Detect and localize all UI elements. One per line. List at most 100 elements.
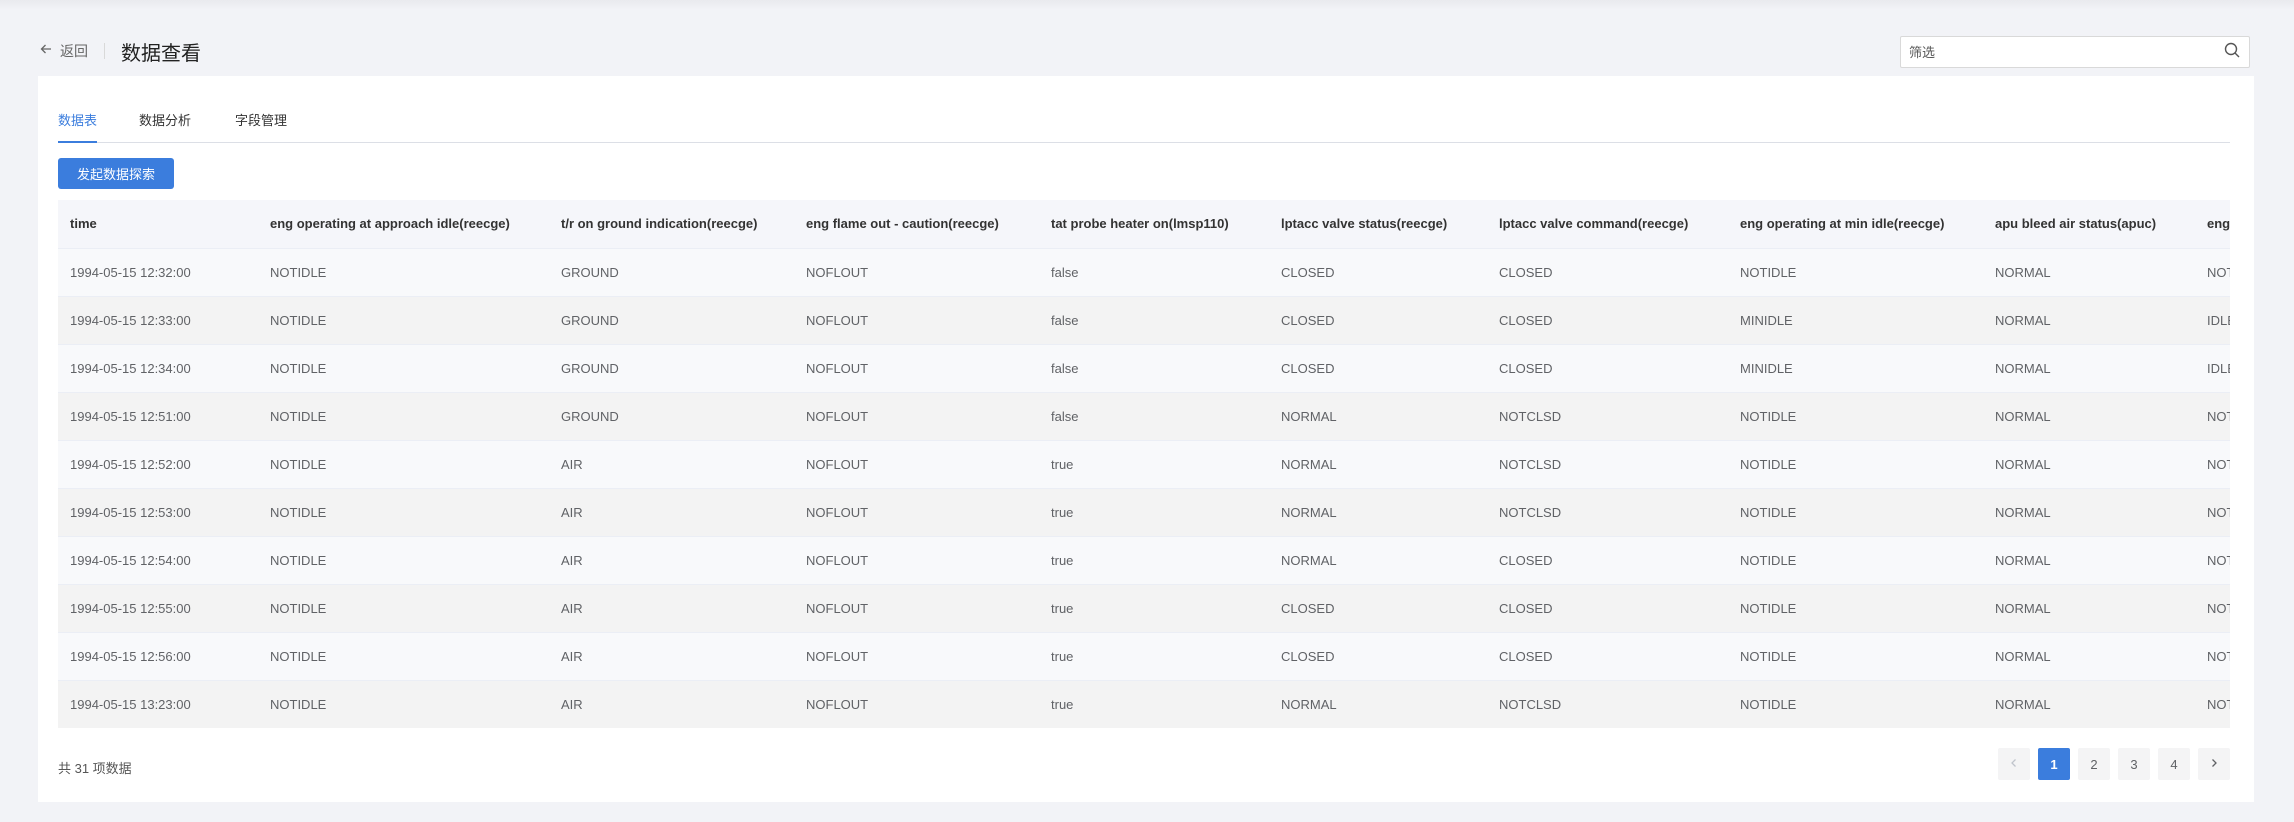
table-cell: NOFLOUT	[794, 679, 1039, 728]
table-cell: CLOSED	[1269, 295, 1487, 344]
table-row[interactable]: 1994-05-15 12:51:00 NOTIDLE GROUND NOFLOUT f…	[58, 391, 2230, 440]
table-cell: NOTIDLE	[1728, 535, 1983, 584]
column-header[interactable]: lptacc valve command(reecge)	[1487, 200, 1728, 248]
page-button-1[interactable]: 1	[2038, 748, 2070, 780]
table-cell: NOTCLSD	[1487, 391, 1728, 440]
table-cell: NORMAL	[1269, 487, 1487, 536]
table-cell: AIR	[549, 583, 794, 632]
table-cell: GROUND	[549, 343, 794, 392]
chevron-left-icon	[2008, 757, 2020, 772]
tab-field-management[interactable]: 字段管理	[235, 110, 287, 143]
column-header[interactable]: eng	[2195, 200, 2230, 248]
table-cell: IDLE	[2195, 295, 2230, 344]
page-button-4[interactable]: 4	[2158, 748, 2190, 780]
table-cell: false	[1039, 247, 1269, 296]
table-cell: NOTIDLE	[1728, 439, 1983, 488]
table-cell: 1994-05-15 12:34:00	[58, 343, 258, 392]
column-header[interactable]: tat probe heater on(lmsp110)	[1039, 200, 1269, 248]
table-row[interactable]: 1994-05-15 12:56:00 NOTIDLE AIR NOFLOUT true…	[58, 631, 2230, 680]
column-header[interactable]: t/r on ground indication(reecge)	[549, 200, 794, 248]
table-cell: NOTIDLE	[1728, 679, 1983, 728]
table-cell: NOT	[2195, 247, 2230, 296]
table-cell: NOTIDLE	[1728, 391, 1983, 440]
table-cell: 1994-05-15 13:23:00	[58, 679, 258, 728]
table-cell: 1994-05-15 12:54:00	[58, 535, 258, 584]
content-card: 数据表 数据分析 字段管理 发起数据探索 time eng operating …	[38, 76, 2254, 802]
table-cell: NOTIDLE	[258, 535, 549, 584]
table-cell: 1994-05-15 12:52:00	[58, 439, 258, 488]
table-cell: NOTIDLE	[258, 487, 549, 536]
table-cell: NORMAL	[1269, 439, 1487, 488]
table-cell: AIR	[549, 679, 794, 728]
column-header[interactable]: time	[58, 200, 258, 248]
table-row[interactable]: 1994-05-15 12:55:00 NOTIDLE AIR NOFLOUT true…	[58, 583, 2230, 632]
table-row[interactable]: 1994-05-15 12:32:00 NOTIDLE GROUND NOFLOUT f…	[58, 247, 2230, 296]
start-exploration-button[interactable]: 发起数据探索	[58, 158, 174, 189]
table-cell: CLOSED	[1487, 247, 1728, 296]
column-header[interactable]: apu bleed air status(apuc)	[1983, 200, 2195, 248]
table-cell: AIR	[549, 439, 794, 488]
column-header[interactable]: eng operating at min idle(reecge)	[1728, 200, 1983, 248]
table-cell: NOTIDLE	[258, 343, 549, 392]
table-cell: NOFLOUT	[794, 391, 1039, 440]
table-cell: NOT	[2195, 679, 2230, 728]
table-cell: true	[1039, 487, 1269, 536]
table-cell: NOTCLSD	[1487, 487, 1728, 536]
back-button[interactable]: 返回	[38, 41, 88, 62]
table-row[interactable]: 1994-05-15 12:54:00 NOTIDLE AIR NOFLOUT true…	[58, 535, 2230, 584]
table-cell: NOFLOUT	[794, 343, 1039, 392]
page-button-3[interactable]: 3	[2118, 748, 2150, 780]
table-row[interactable]: 1994-05-15 12:33:00 NOTIDLE GROUND NOFLOUT f…	[58, 295, 2230, 344]
table-cell: NOT	[2195, 583, 2230, 632]
table-cell: NOFLOUT	[794, 295, 1039, 344]
column-header[interactable]: eng flame out - caution(reecge)	[794, 200, 1039, 248]
table-cell: NORMAL	[1983, 679, 2195, 728]
search-icon[interactable]	[2223, 41, 2241, 64]
table-cell: NOTIDLE	[1728, 487, 1983, 536]
table-cell: 1994-05-15 12:55:00	[58, 583, 258, 632]
table-row[interactable]: 1994-05-15 13:23:00 NOTIDLE AIR NOFLOUT true…	[58, 679, 2230, 728]
table-cell: AIR	[549, 535, 794, 584]
table-cell: NOTIDLE	[258, 679, 549, 728]
table-cell: NORMAL	[1269, 391, 1487, 440]
prev-page-button[interactable]	[1998, 748, 2030, 780]
table-cell: NOTIDLE	[258, 295, 549, 344]
table-cell: NORMAL	[1983, 487, 2195, 536]
table-cell: MINIDLE	[1728, 343, 1983, 392]
table-cell: MINIDLE	[1728, 295, 1983, 344]
page-button-2[interactable]: 2	[2078, 748, 2110, 780]
table-cell: CLOSED	[1269, 343, 1487, 392]
table-row[interactable]: 1994-05-15 12:34:00 NOTIDLE GROUND NOFLOUT f…	[58, 343, 2230, 392]
filter-input[interactable]	[1909, 44, 2223, 60]
table-cell: GROUND	[549, 247, 794, 296]
table-cell: false	[1039, 295, 1269, 344]
chevron-right-icon	[2208, 757, 2220, 772]
table-cell: true	[1039, 679, 1269, 728]
tab-data-analysis[interactable]: 数据分析	[139, 110, 191, 143]
table-row[interactable]: 1994-05-15 12:53:00 NOTIDLE AIR NOFLOUT true…	[58, 487, 2230, 536]
table-cell: CLOSED	[1269, 247, 1487, 296]
table-cell: 1994-05-15 12:56:00	[58, 631, 258, 680]
next-page-button[interactable]	[2198, 748, 2230, 780]
table-cell: 1994-05-15 12:51:00	[58, 391, 258, 440]
table-cell: CLOSED	[1269, 583, 1487, 632]
tab-data-table[interactable]: 数据表	[58, 110, 98, 143]
table-cell: NOTIDLE	[258, 247, 549, 296]
column-header[interactable]: lptacc valve status(reecge)	[1269, 200, 1487, 248]
data-table: time eng operating at approach idle(reec…	[58, 200, 2230, 728]
table-cell: true	[1039, 439, 1269, 488]
table-cell: NOFLOUT	[794, 583, 1039, 632]
header-divider	[104, 43, 105, 59]
table-cell: GROUND	[549, 391, 794, 440]
top-shade	[0, 0, 2294, 10]
table-cell: NORMAL	[1983, 631, 2195, 680]
table-cell: IDLE	[2195, 343, 2230, 392]
column-header[interactable]: eng operating at approach idle(reecge)	[258, 200, 549, 248]
table-cell: AIR	[549, 487, 794, 536]
data-table-wrapper: time eng operating at approach idle(reec…	[58, 200, 2230, 728]
table-cell: NORMAL	[1983, 343, 2195, 392]
table-cell: false	[1039, 391, 1269, 440]
table-cell: NOFLOUT	[794, 487, 1039, 536]
table-cell: NOFLOUT	[794, 535, 1039, 584]
table-row[interactable]: 1994-05-15 12:52:00 NOTIDLE AIR NOFLOUT true…	[58, 439, 2230, 488]
